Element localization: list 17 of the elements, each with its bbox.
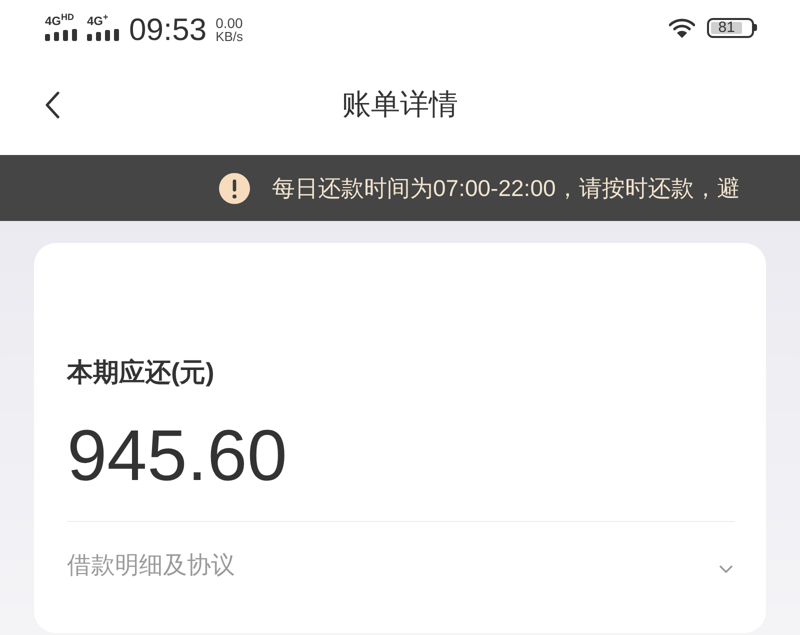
signal-icon bbox=[45, 28, 77, 40]
chevron-down-icon bbox=[719, 564, 733, 574]
back-chevron-icon bbox=[44, 91, 60, 119]
page-title: 账单详情 bbox=[342, 88, 458, 123]
battery-percent: 81 bbox=[718, 20, 735, 34]
network-speed-value: 0.00 bbox=[216, 16, 244, 30]
notice-text: 每日还款时间为07:00-22:00，请按时还款，避 bbox=[272, 174, 740, 203]
network-type: 4G$^{+}$ bbox=[87, 14, 108, 26]
amount-due-value: 945.60 bbox=[67, 416, 288, 496]
clock-time: 09:53 bbox=[129, 14, 207, 46]
signal-icon bbox=[87, 28, 119, 40]
loan-details-row[interactable]: 借款明细及协议 bbox=[67, 522, 735, 610]
network-speed-unit: KB/s bbox=[216, 30, 244, 44]
warning-icon bbox=[219, 172, 250, 204]
amount-due-label: 本期应还(元) bbox=[67, 356, 216, 388]
wifi-icon bbox=[669, 18, 695, 38]
network-type: 4G$^{HD}$ bbox=[45, 14, 74, 26]
